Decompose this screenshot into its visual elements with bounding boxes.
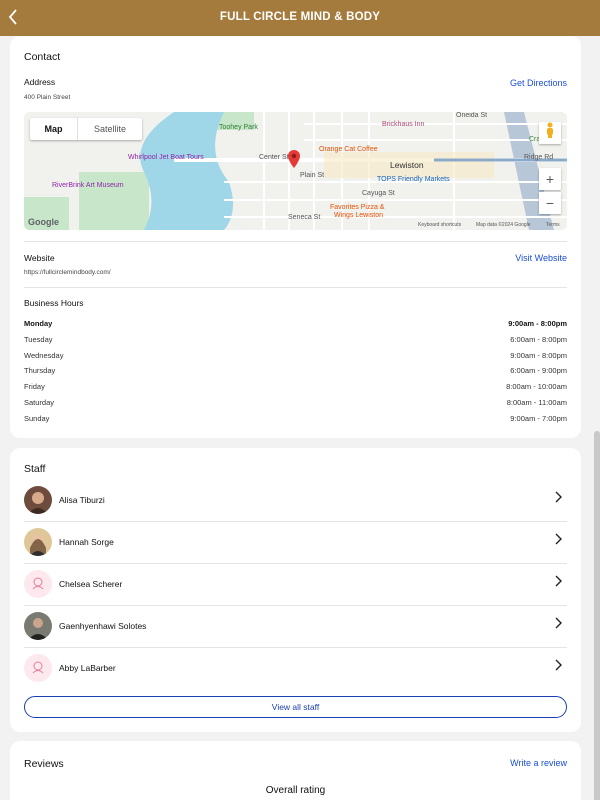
avatar-placeholder-icon (24, 570, 52, 598)
map-label-whirlpool: Whirlpool Jet Boat Tours (128, 154, 204, 161)
zoom-in-button[interactable]: + (539, 168, 561, 190)
staff-name: Chelsea Scherer (59, 579, 123, 589)
avatar (24, 486, 52, 514)
hours-row-monday: Monday 9:00am - 8:00pm (24, 319, 567, 331)
hours-row-friday: Friday 8:00am - 10:00am (24, 382, 567, 394)
scrollbar[interactable] (594, 431, 600, 800)
hours-row-thursday: Thursday 6:00am - 9:00pm (24, 366, 567, 378)
hours-day: Saturday (24, 398, 55, 407)
map-type-map-button[interactable]: Map (30, 118, 78, 140)
website-label: Website (24, 253, 55, 263)
zoom-out-button[interactable]: − (539, 192, 561, 214)
map-label-plain-st: Plain St (300, 172, 325, 179)
map-label-favorites-1: Favorites Pizza & (330, 204, 385, 211)
hours-time: 8:00am - 10:00am (506, 382, 567, 392)
hours-time: 9:00am - 8:00pm (508, 319, 567, 328)
map-label-tops: TOPS Friendly Markets (377, 176, 450, 183)
map-label-orange-cat: Orange Cat Coffee (319, 146, 378, 153)
map-type-satellite-button[interactable]: Satellite (78, 118, 142, 140)
chevron-right-icon (553, 490, 563, 507)
map-label-oneida: Oneida St (456, 112, 488, 119)
divider (24, 287, 567, 288)
staff-row[interactable]: Abby LaBarber (24, 648, 567, 690)
staff-name: Hannah Sorge (59, 537, 114, 547)
map-label-ridge-rd: Ridge Rd (524, 154, 554, 161)
view-all-staff-button[interactable]: View all staff (24, 696, 567, 718)
avatar (24, 612, 52, 640)
map-type-toggle: Map Satellite (30, 118, 142, 140)
staff-name: Abby LaBarber (59, 663, 116, 673)
map-label-brickhaus: Brickhaus Inn (382, 121, 425, 128)
contact-heading: Contact (24, 51, 61, 63)
hours-row-saturday: Saturday 8:00am - 11:00am (24, 398, 567, 410)
hours-day: Tuesday (24, 334, 53, 344)
map-label-riverbrink: RiverBrink Art Museum (52, 182, 124, 189)
write-review-link[interactable]: Write a review (510, 758, 567, 768)
staff-row[interactable]: Hannah Sorge (24, 522, 567, 564)
map-data-attribution: Map data ©2024 Google (476, 222, 531, 228)
get-directions-link[interactable]: Get Directions (510, 78, 567, 88)
staff-row[interactable]: Gaenhyenhawi Solotes (24, 606, 567, 648)
chevron-right-icon (553, 532, 563, 549)
map-label-cayuga: Cayuga St (362, 190, 395, 197)
staff-name: Gaenhyenhawi Solotes (59, 621, 147, 631)
hours-time: 8:00am - 11:00am (506, 398, 567, 407)
hours-time: 6:00am - 9:00pm (510, 366, 567, 376)
hours-time: 6:00am - 8:00pm (510, 334, 567, 344)
staff-row[interactable]: Chelsea Scherer (24, 564, 567, 606)
avatar (24, 528, 52, 556)
chevron-right-icon (553, 658, 563, 675)
google-logo: Google (28, 217, 59, 227)
map-keyboard-shortcuts[interactable]: Keyboard shortcuts (418, 222, 461, 228)
hours-day: Friday (24, 382, 45, 392)
chevron-right-icon (553, 574, 563, 591)
reviews-card: Reviews Write a review Overall rating (10, 741, 581, 800)
staff-card: Staff Alisa Tiburzi Hannah Sorge Chelsea… (10, 448, 581, 732)
website-value: https://fullcirclemindbody.com/ (24, 269, 111, 276)
hours-day: Monday (24, 319, 53, 328)
address-value: 400 Plain Street (24, 94, 71, 101)
pegman-icon (547, 122, 553, 138)
location-pin-icon[interactable] (288, 150, 300, 168)
divider (24, 241, 567, 242)
hours-time: 9:00am - 7:00pm (510, 413, 567, 423)
map-label-seneca: Seneca St (288, 214, 321, 221)
content-area[interactable]: Contact Address 400 Plain Street Get Dir… (0, 36, 600, 800)
overall-rating-label: Overall rating (265, 785, 326, 796)
hours-day: Sunday (24, 413, 50, 423)
hours-row-sunday: Sunday 9:00am - 7:00pm (24, 414, 567, 426)
business-hours-label: Business Hours (24, 298, 84, 308)
staff-heading: Staff (24, 463, 46, 475)
map-view[interactable]: Toohey Park Brickhaus Inn Oneida St Whir… (24, 112, 567, 230)
hours-day: Wednesday (24, 350, 64, 360)
contact-card: Contact Address 400 Plain Street Get Dir… (10, 36, 581, 438)
hours-row-tuesday: Tuesday 6:00am - 8:00pm (24, 335, 567, 347)
chevron-right-icon (553, 616, 563, 633)
map-label-lewiston: Lewiston (390, 160, 424, 170)
address-label: Address (24, 77, 56, 87)
map-terms-link[interactable]: Terms (546, 222, 560, 228)
staff-row[interactable]: Alisa Tiburzi (24, 480, 567, 522)
top-app-bar: FULL CIRCLE MIND & BODY (0, 0, 600, 36)
pegman-button[interactable] (539, 122, 561, 144)
map-label-favorites-2: Wings Lewiston (334, 212, 384, 219)
page-title: FULL CIRCLE MIND & BODY (219, 11, 381, 23)
visit-website-link[interactable]: Visit Website (515, 253, 567, 263)
map-label-center-st: Center St (259, 154, 289, 161)
reviews-heading: Reviews (24, 758, 64, 770)
map-label-toohey-park: Toohey Park (219, 124, 258, 131)
hours-time: 9:00am - 8:00pm (510, 350, 567, 360)
staff-name: Alisa Tiburzi (59, 495, 105, 505)
hours-day: Thursday (24, 366, 56, 376)
hours-row-wednesday: Wednesday 9:00am - 8:00pm (24, 351, 567, 363)
avatar-placeholder-icon (24, 654, 52, 682)
